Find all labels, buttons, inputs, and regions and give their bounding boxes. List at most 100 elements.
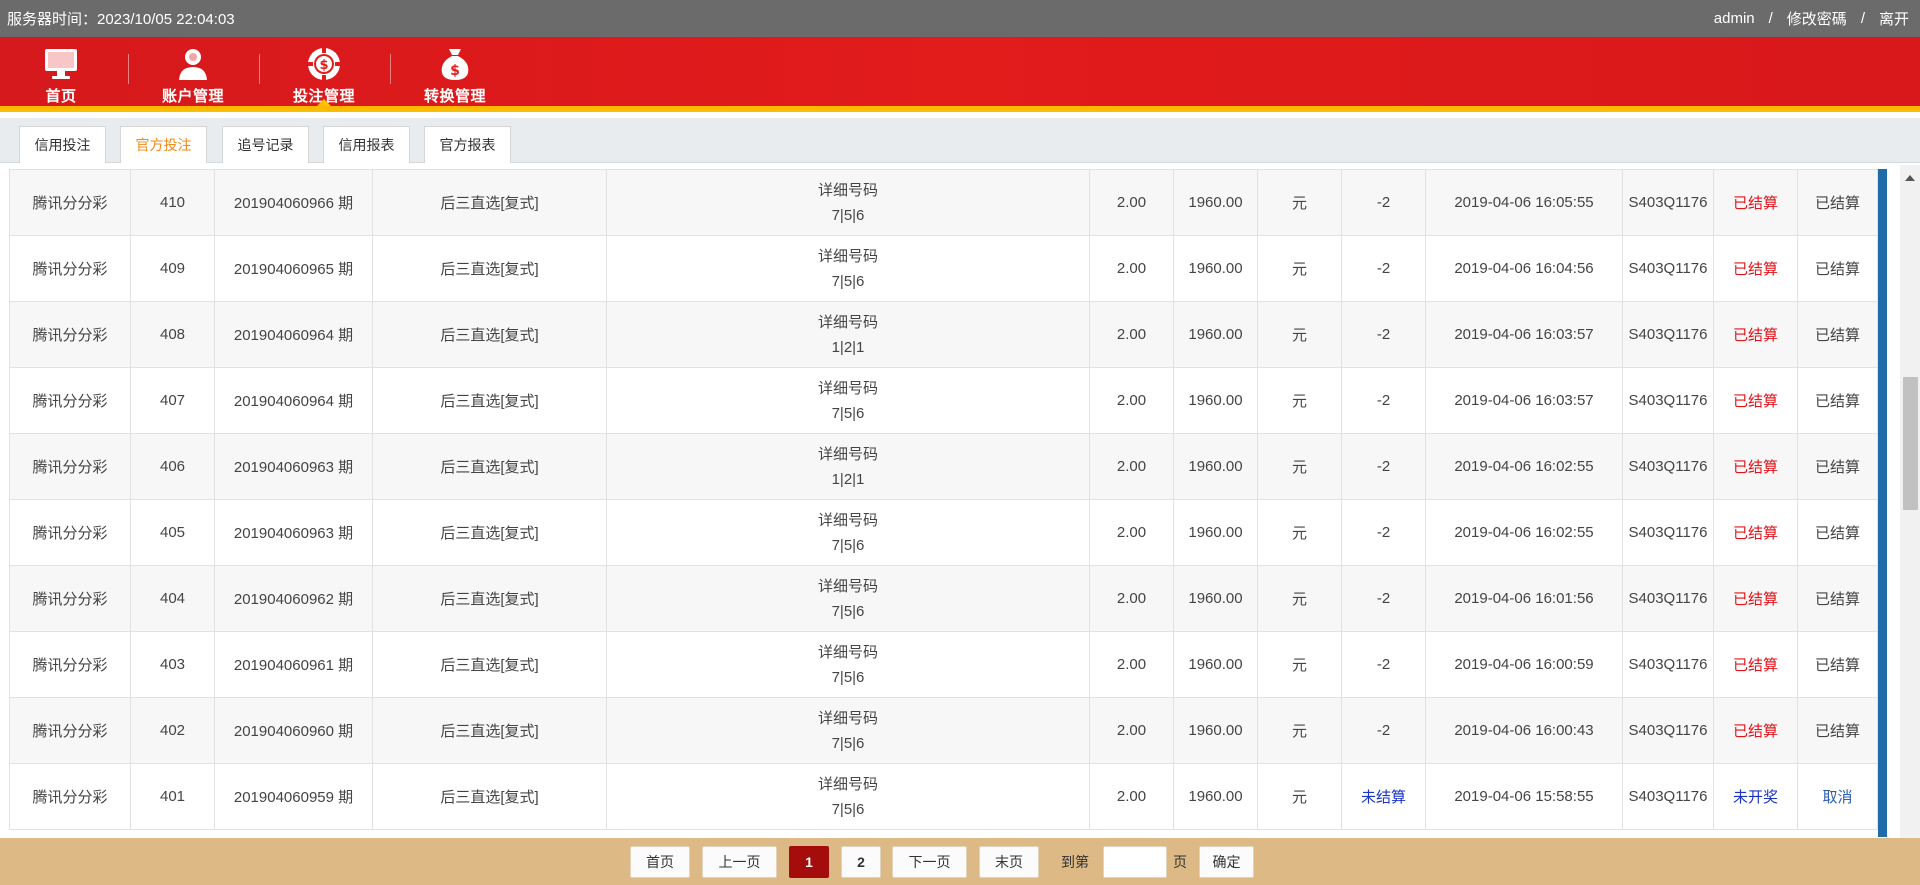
logout-link[interactable]: 离开	[1879, 8, 1909, 29]
page-2-button[interactable]: 2	[841, 846, 881, 878]
tab-official-bets[interactable]: 官方投注	[120, 126, 207, 163]
tab-chase-records[interactable]: 追号记录	[222, 126, 309, 163]
period: 201904060960 期	[214, 697, 373, 764]
unit: 元	[1257, 235, 1342, 302]
tab-credit-bets[interactable]: 信用投注	[19, 126, 106, 163]
multiple: 2.00	[1089, 697, 1174, 764]
bet-id: 401	[130, 763, 215, 830]
game-name: 腾讯分分彩	[9, 433, 131, 500]
page-number-input[interactable]	[1103, 846, 1167, 878]
action-cell: 已结算	[1797, 301, 1878, 368]
multiple: 2.00	[1089, 301, 1174, 368]
result: 未结算	[1341, 763, 1426, 830]
table-row: 腾讯分分彩 405 201904060963 期后三直选[复式] 详细号码 7|5|6 2…	[9, 499, 1878, 566]
period: 201904060963 期	[214, 499, 373, 566]
detail-numbers-link[interactable]: 详细号码	[607, 442, 1089, 467]
detail-numbers-link[interactable]: 详细号码	[607, 310, 1089, 335]
game-name: 腾讯分分彩	[9, 301, 131, 368]
action-cell: 已结算	[1797, 235, 1878, 302]
numbers-value: 7|5|6	[831, 536, 865, 554]
multiple: 2.00	[1089, 763, 1174, 830]
table-row: 腾讯分分彩 403 201904060961 期后三直选[复式] 详细号码 7|5|6 2…	[9, 631, 1878, 698]
detail-numbers-link[interactable]: 详细号码	[607, 706, 1089, 731]
amount: 1960.00	[1173, 433, 1258, 500]
amount: 1960.00	[1173, 169, 1258, 236]
numbers-value: 1|2|1	[831, 338, 865, 356]
game-name: 腾讯分分彩	[9, 763, 131, 830]
detail-numbers-link[interactable]: 详细号码	[607, 574, 1089, 599]
numbers-value: 7|5|6	[831, 404, 865, 422]
vertical-scrollbar[interactable]	[1900, 165, 1920, 838]
next-page-button[interactable]: 下一页	[892, 846, 967, 878]
order-no: S403Q1176	[1622, 301, 1714, 368]
period: 201904060966 期	[214, 169, 373, 236]
multiple: 2.00	[1089, 565, 1174, 632]
table-row: 腾讯分分彩 407 201904060964 期后三直选[复式] 详细号码 7|5|6 2…	[9, 367, 1878, 434]
amount: 1960.00	[1173, 499, 1258, 566]
first-page-button[interactable]: 首页	[630, 846, 690, 878]
bet-numbers: 详细号码 7|5|6	[606, 235, 1090, 302]
tab-official-reports[interactable]: 官方报表	[424, 126, 511, 163]
detail-numbers-link[interactable]: 详细号码	[607, 772, 1089, 797]
bet-numbers: 详细号码 7|5|6	[606, 499, 1090, 566]
bet-numbers: 详细号码 7|5|6	[606, 169, 1090, 236]
status-badge: 已结算	[1713, 499, 1798, 566]
nav-label: 转换管理	[423, 88, 486, 105]
username-link[interactable]: admin	[1714, 10, 1755, 27]
row-highlight-bar	[1878, 169, 1887, 837]
play-type: 后三直选[复式]	[372, 565, 607, 632]
period: 201904060962 期	[214, 565, 373, 632]
bet-id: 404	[130, 565, 215, 632]
bet-numbers: 详细号码 1|2|1	[606, 433, 1090, 500]
numbers-value: 7|5|6	[831, 800, 865, 818]
detail-numbers-link[interactable]: 详细号码	[607, 244, 1089, 269]
bet-id: 408	[130, 301, 215, 368]
nav-accounts[interactable]: 账户管理	[159, 37, 227, 106]
nav-label: 首页	[45, 88, 77, 105]
bets-table-container: 腾讯分分彩 410 201904060966 期后三直选[复式] 详细号码 7|5|6 2…	[0, 165, 1878, 838]
monitor-icon	[41, 45, 81, 82]
scroll-up-icon[interactable]	[1905, 175, 1915, 181]
prev-page-button[interactable]: 上一页	[702, 846, 777, 878]
order-no: S403Q1176	[1622, 565, 1714, 632]
action-cell: 已结算	[1797, 697, 1878, 764]
bet-time: 2019-04-06 16:00:59	[1425, 631, 1623, 698]
table-row: 腾讯分分彩 410 201904060966 期后三直选[复式] 详细号码 7|5|6 2…	[9, 169, 1878, 236]
play-type: 后三直选[复式]	[372, 367, 607, 434]
detail-numbers-link[interactable]: 详细号码	[607, 178, 1089, 203]
order-no: S403Q1176	[1622, 499, 1714, 566]
pagination: 首页 上一页 1 2 下一页 末页 到第 页 确定	[0, 838, 1920, 885]
detail-numbers-link[interactable]: 详细号码	[607, 640, 1089, 665]
play-type: 后三直选[复式]	[372, 169, 607, 236]
scrollbar-thumb[interactable]	[1903, 377, 1918, 510]
user-icon	[173, 45, 213, 82]
page-1-button[interactable]: 1	[789, 846, 829, 878]
bet-numbers: 详细号码 7|5|6	[606, 763, 1090, 830]
nav-home[interactable]: 首页	[40, 37, 82, 106]
detail-numbers-link[interactable]: 详细号码	[607, 376, 1089, 401]
last-page-button[interactable]: 末页	[979, 846, 1039, 878]
status-badge: 已结算	[1713, 565, 1798, 632]
nav-bets[interactable]: $ 投注管理	[290, 37, 358, 106]
play-type: 后三直选[复式]	[372, 301, 607, 368]
status-badge: 已结算	[1713, 433, 1798, 500]
order-no: S403Q1176	[1622, 697, 1714, 764]
order-no: S403Q1176	[1622, 763, 1714, 830]
confirm-page-button[interactable]: 确定	[1199, 846, 1254, 878]
detail-numbers-link[interactable]: 详细号码	[607, 508, 1089, 533]
play-type: 后三直选[复式]	[372, 433, 607, 500]
action-cell[interactable]: 取消	[1797, 763, 1878, 830]
action-cell: 已结算	[1797, 433, 1878, 500]
nav-transfers[interactable]: $ 转换管理	[421, 37, 489, 106]
bet-numbers: 详细号码 7|5|6	[606, 367, 1090, 434]
game-name: 腾讯分分彩	[9, 367, 131, 434]
bet-id: 406	[130, 433, 215, 500]
table-row: 腾讯分分彩 402 201904060960 期后三直选[复式] 详细号码 7|5|6 2…	[9, 697, 1878, 764]
separator: /	[1860, 10, 1865, 27]
money-bag-icon: $	[435, 45, 475, 82]
change-password-link[interactable]: 修改密碼	[1787, 8, 1847, 29]
numbers-value: 7|5|6	[831, 734, 865, 752]
numbers-value: 7|5|6	[831, 206, 865, 224]
table-row: 腾讯分分彩 401 201904060959 期后三直选[复式] 详细号码 7|5|6 2…	[9, 763, 1878, 830]
tab-credit-reports[interactable]: 信用报表	[323, 126, 410, 163]
